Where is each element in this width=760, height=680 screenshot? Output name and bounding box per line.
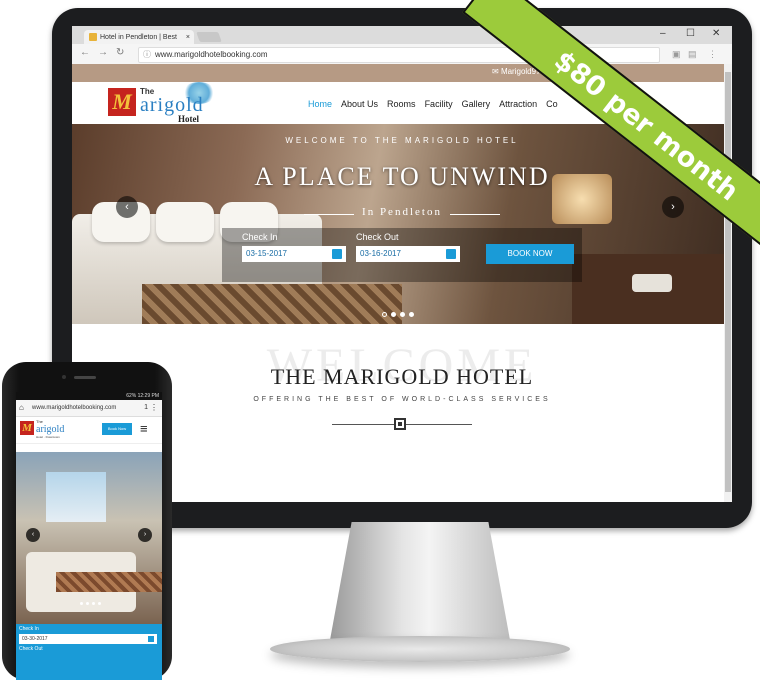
phone-logo-hotel: Hotel · Downtown [36, 435, 60, 439]
calendar-icon[interactable] [446, 249, 456, 259]
close-window-icon[interactable]: ✕ [712, 28, 720, 39]
phone-site-header: M The arigold Hotel · Downtown Book Now … [16, 417, 162, 444]
new-tab-button[interactable] [196, 32, 222, 42]
monitor-base [270, 636, 570, 662]
phone-check-in-field[interactable]: 03-30-2017 [19, 634, 157, 644]
slider-dot[interactable] [98, 602, 101, 605]
phone-camera [62, 375, 66, 379]
hero-subtitle: In Pendleton [362, 206, 442, 218]
check-in-value: 03-15-2017 [246, 249, 287, 258]
phone-slider-dots [80, 602, 101, 605]
maximize-icon[interactable]: ☐ [686, 28, 695, 39]
hero-divider [450, 214, 500, 215]
nav-gallery[interactable]: Gallery [462, 99, 491, 109]
logo-hotel: Hotel [178, 114, 199, 124]
reload-icon[interactable]: ↻ [116, 47, 124, 58]
check-out-field[interactable]: 03-16-2017 [356, 246, 460, 262]
phone-book-now-button[interactable]: Book Now [102, 423, 132, 435]
tab-close-icon[interactable]: × [186, 34, 190, 41]
phone-check-in-value: 03-30-2017 [22, 636, 48, 642]
monitor-stand [330, 522, 510, 640]
check-out-label: Check Out [356, 232, 399, 242]
nav-rooms[interactable]: Rooms [387, 99, 416, 109]
phone-speaker [74, 376, 96, 379]
browser-tabbar: Hotel in Pendleton | Best × – ☐ ✕ [72, 26, 732, 44]
booking-form: Check In 03-15-2017 Check Out 03-16-2017… [222, 228, 582, 282]
slider-dot[interactable] [86, 602, 89, 605]
phone-status-bar: 62% 12:29 PM [16, 392, 162, 400]
browser-tab[interactable]: Hotel in Pendleton | Best × [84, 30, 194, 44]
divider-square-icon [394, 418, 406, 430]
phone-check-out-label: Check Out [19, 646, 43, 652]
phone-url[interactable]: www.marigoldhotelbooking.com [32, 400, 116, 416]
slider-dot[interactable] [391, 312, 396, 317]
hero-slider: WELCOME TO THE MARIGOLD HOTEL A PLACE TO… [72, 124, 732, 324]
slider-dot[interactable] [92, 602, 95, 605]
nav-attraction[interactable]: Attraction [499, 99, 537, 109]
address-bar-row: ← → ↻ ⓘ www.marigoldhotelbooking.com ▣ ▤ … [72, 44, 732, 65]
phone-address-bar: ⌂ www.marigoldhotelbooking.com 1 ⋮ [16, 400, 162, 417]
logo-m-icon[interactable]: M [108, 88, 136, 116]
phone-check-in-label: Check In [19, 626, 39, 632]
slider-dots [382, 312, 414, 317]
calendar-icon[interactable] [148, 636, 154, 642]
hamburger-menu-icon[interactable]: ≡ [140, 421, 148, 436]
extension-icon-2[interactable]: ▤ [688, 49, 697, 60]
check-out-value: 03-16-2017 [360, 249, 401, 258]
extension-icon[interactable]: ▣ [672, 49, 681, 60]
forward-arrow-icon[interactable]: → [98, 47, 108, 58]
scrollbar-thumb[interactable] [725, 72, 731, 492]
phone-screen: 62% 12:29 PM ⌂ www.marigoldhotelbooking.… [16, 392, 162, 680]
phone-logo-text[interactable]: arigold [36, 424, 64, 435]
nav-about-us[interactable]: About Us [341, 99, 378, 109]
back-arrow-icon[interactable]: ← [80, 47, 90, 58]
url-text: www.marigoldhotelbooking.com [155, 50, 268, 59]
slider-dot[interactable] [409, 312, 414, 317]
phone-hero: ‹ › [16, 452, 162, 624]
calendar-icon[interactable] [332, 249, 342, 259]
phone-menu-kebab-icon[interactable]: ⋮ [150, 400, 158, 416]
slider-prev-icon[interactable]: ‹ [116, 196, 138, 218]
phone-slider-prev-icon[interactable]: ‹ [26, 528, 40, 542]
phone-hero-bedspread [56, 572, 162, 592]
hero-title: A PLACE TO UNWIND [254, 162, 550, 191]
book-now-button[interactable]: BOOK NOW [486, 244, 574, 264]
slider-dot[interactable] [80, 602, 83, 605]
minimize-icon[interactable]: – [660, 28, 666, 39]
slider-dot[interactable] [400, 312, 405, 317]
nav-facility[interactable]: Facility [425, 99, 453, 109]
phone-logo-m-icon[interactable]: M [20, 421, 34, 435]
nav-home[interactable]: Home [308, 99, 332, 109]
mobile-phone: 62% 12:29 PM ⌂ www.marigoldhotelbooking.… [2, 362, 172, 680]
info-icon: ⓘ [143, 50, 151, 59]
slider-dot[interactable] [382, 312, 387, 317]
phone-booking-form: Check In 03-30-2017 Check Out [16, 624, 162, 680]
nav-contact[interactable]: Co [546, 99, 558, 109]
favicon-icon [89, 33, 97, 41]
home-icon[interactable]: ⌂ [19, 400, 24, 416]
hero-bedspread [142, 284, 402, 324]
site-top-strip: ✉ Marigold97801@ [72, 64, 732, 82]
menu-kebab-icon[interactable]: ⋮ [708, 49, 717, 60]
tab-title: Hotel in Pendleton | Best [100, 33, 177, 41]
hero-telephone [632, 274, 672, 292]
tab-count-icon[interactable]: 1 [144, 400, 148, 416]
check-in-label: Check In [242, 232, 278, 242]
check-in-field[interactable]: 03-15-2017 [242, 246, 346, 262]
slider-next-icon[interactable]: › [662, 196, 684, 218]
main-nav: Home About Us Rooms Facility Gallery Att… [308, 99, 558, 109]
phone-slider-next-icon[interactable]: › [138, 528, 152, 542]
phone-hero-window [46, 472, 106, 522]
